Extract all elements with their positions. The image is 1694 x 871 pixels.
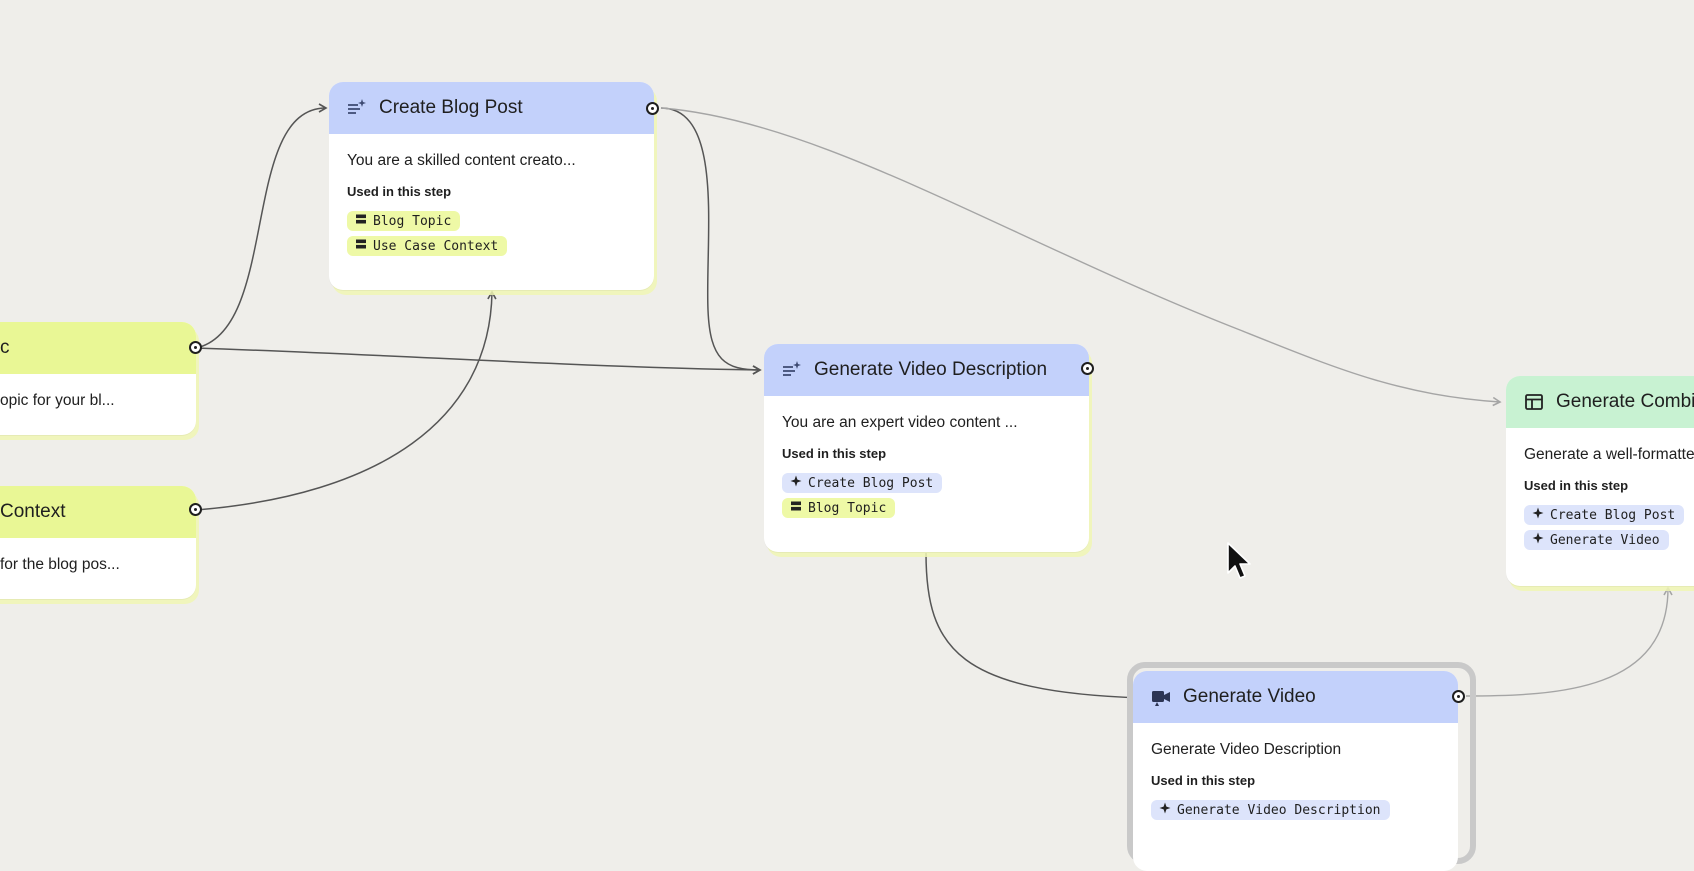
node-header: Generate Combi: [1506, 376, 1694, 428]
node-description: opic for your bl...: [0, 392, 115, 409]
text-sparkle-icon: [345, 96, 369, 120]
node-generate-video[interactable]: Generate Video Generate Video Descriptio…: [1133, 671, 1458, 871]
node-blog-topic[interactable]: c opic for your bl...: [0, 322, 196, 435]
used-in-step-label: Used in this step: [1524, 478, 1629, 493]
mouse-cursor-icon: [1227, 542, 1251, 579]
input-chip[interactable]: Blog Topic: [782, 498, 896, 518]
used-in-step-label: Used in this step: [347, 184, 452, 199]
input-chip[interactable]: Create Blog Post: [1524, 505, 1685, 525]
output-port-blog-topic[interactable]: [189, 341, 202, 354]
node-description: Generate Video Description: [1151, 741, 1342, 758]
node-title: Generate Video: [1183, 686, 1316, 707]
edge-blog-topic-to-create-blog-post: [195, 103, 328, 349]
node-title: c: [0, 337, 10, 358]
node-title: Context: [0, 501, 66, 522]
output-port-create-blog-post[interactable]: [646, 102, 659, 115]
chip-label: Create Blog Post: [1550, 507, 1676, 523]
input-chip[interactable]: Use Case Context: [347, 236, 508, 256]
sparkle-icon: [1532, 507, 1544, 523]
node-title: Generate Video Description: [814, 359, 1048, 380]
edge-blog-topic-to-video-description: [195, 347, 762, 375]
edge-video-description-to-generate-video: [925, 552, 1144, 703]
input-icon: [355, 213, 367, 229]
text-sparkle-icon: [780, 358, 804, 382]
input-icon: [355, 238, 367, 254]
chip-label: Blog Topic: [373, 213, 452, 229]
sparkle-icon: [1532, 532, 1544, 548]
node-header: Generate Video Description: [764, 344, 1089, 396]
node-use-case-context[interactable]: Context for the blog pos...: [0, 486, 196, 599]
input-chip[interactable]: Create Blog Post: [782, 473, 943, 493]
chip-label: Blog Topic: [808, 500, 887, 516]
workflow-canvas[interactable]: c opic for your bl... Context for the bl…: [0, 0, 1694, 871]
input-chip[interactable]: Generate Video: [1524, 530, 1669, 550]
node-header: c: [0, 322, 196, 374]
node-create-blog-post[interactable]: Create Blog Post You are a skilled conte…: [329, 82, 654, 290]
output-port-video-description[interactable]: [1081, 362, 1094, 375]
input-chip[interactable]: Generate Video Description: [1151, 800, 1390, 820]
sparkle-icon: [1159, 802, 1171, 818]
node-generate-video-description[interactable]: Generate Video Description You are an ex…: [764, 344, 1089, 552]
video-icon: [1149, 685, 1173, 709]
sparkle-icon: [790, 475, 802, 491]
node-title: Create Blog Post: [379, 97, 523, 118]
layout-icon: [1522, 390, 1546, 414]
node-description: Generate a well-formatte: [1524, 446, 1694, 463]
node-header: Context: [0, 486, 196, 538]
edge-generate-video-to-combined: [1465, 586, 1673, 697]
chip-label: Generate Video Description: [1177, 802, 1381, 818]
chip-label: Generate Video: [1550, 532, 1660, 548]
used-in-step-label: Used in this step: [1151, 773, 1256, 788]
node-title: Generate Combi: [1556, 391, 1694, 412]
node-description: You are a skilled content creato...: [347, 152, 576, 169]
used-in-step-label: Used in this step: [782, 446, 887, 461]
node-description: You are an expert video content ...: [782, 414, 1018, 431]
chip-label: Use Case Context: [373, 238, 499, 254]
edge-create-blog-post-to-video-description: [660, 107, 762, 375]
output-port-use-case-context[interactable]: [189, 503, 202, 516]
node-header: Create Blog Post: [329, 82, 654, 134]
node-header: Generate Video: [1133, 671, 1458, 723]
node-generate-combined[interactable]: Generate Combi Generate a well-formatte …: [1506, 376, 1694, 586]
input-icon: [790, 500, 802, 516]
node-description: for the blog pos...: [0, 556, 120, 573]
edge-context-to-create-blog-post: [195, 290, 497, 511]
input-chip[interactable]: Blog Topic: [347, 211, 461, 231]
output-port-generate-video[interactable]: [1452, 690, 1465, 703]
chip-label: Create Blog Post: [808, 475, 934, 491]
